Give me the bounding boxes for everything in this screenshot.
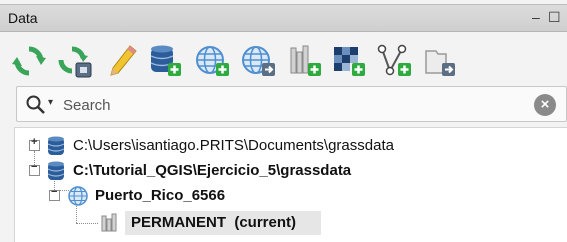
refresh-button[interactable]: [10, 43, 48, 79]
search-bar: ▾ ×: [16, 86, 567, 122]
tree-item-label: PERMANENT (current): [131, 214, 297, 231]
search-icon[interactable]: [25, 94, 47, 116]
tree-item-label: C:\Users\isantiago.PRITS\Documents\grass…: [73, 137, 394, 154]
grass-data-panel: Data – ☐ ▾ Search × + C:\Users\isantiago…: [0, 0, 567, 242]
search-input[interactable]: [63, 94, 523, 116]
tree-item-grassdata-documents[interactable]: + C:\Users\isantiago.PRITS\Documents\gra…: [15, 134, 555, 158]
float-panel-icon[interactable]: ☐: [548, 8, 561, 26]
clear-search-icon[interactable]: ×: [534, 94, 556, 116]
database-tree: + C:\Users\isantiago.PRITS\Documents\gra…: [14, 127, 567, 242]
new-mapset-button[interactable]: [286, 43, 324, 79]
search-options-arrow-icon[interactable]: ▾: [48, 97, 53, 108]
mapset-icon: [99, 212, 121, 234]
minimize-icon[interactable]: –: [532, 8, 540, 26]
tree-item-label: C:\Tutorial_QGIS\Ejercicio_5\grassdata: [73, 162, 352, 179]
refresh-database-button[interactable]: [56, 43, 94, 79]
new-database-icon: [150, 45, 181, 76]
new-location-button[interactable]: [194, 43, 232, 79]
collapse-icon[interactable]: −: [49, 187, 60, 201]
import-raster-button[interactable]: [330, 43, 368, 79]
import-raster-icon: [334, 47, 365, 76]
tree-item-label: Puerto_Rico_6566: [95, 187, 226, 204]
globe-icon: [67, 185, 89, 207]
tree-item-grassdata-tutorial[interactable]: − C:\Tutorial_QGIS\Ejercicio_5\grassdata: [15, 159, 555, 183]
expand-icon[interactable]: +: [29, 137, 40, 151]
pencil-icon: [110, 45, 137, 76]
export-icon: [425, 50, 455, 76]
collapse-icon[interactable]: −: [29, 162, 40, 176]
edit-button[interactable]: [104, 43, 142, 79]
import-vector-icon: [377, 44, 411, 76]
import-vector-button[interactable]: [376, 43, 414, 79]
panel-title: Data: [8, 10, 38, 26]
refresh-icon: [12, 46, 46, 76]
refresh-database-icon: [58, 46, 92, 78]
import-location-button[interactable]: [240, 43, 278, 79]
tree-item-mapset-permanent[interactable]: PERMANENT (current): [15, 211, 555, 235]
toolbar: [0, 33, 567, 83]
tree-item-location-puerto-rico[interactable]: − Puerto_Rico_6566: [15, 184, 555, 208]
import-location-icon: [242, 46, 275, 76]
new-mapset-icon: [290, 45, 321, 76]
database-icon: [45, 135, 67, 157]
new-database-button[interactable]: [146, 43, 184, 79]
export-button[interactable]: [420, 43, 458, 79]
panel-title-bar[interactable]: Data – ☐: [0, 4, 567, 32]
new-location-icon: [196, 46, 229, 76]
database-icon: [45, 160, 67, 182]
